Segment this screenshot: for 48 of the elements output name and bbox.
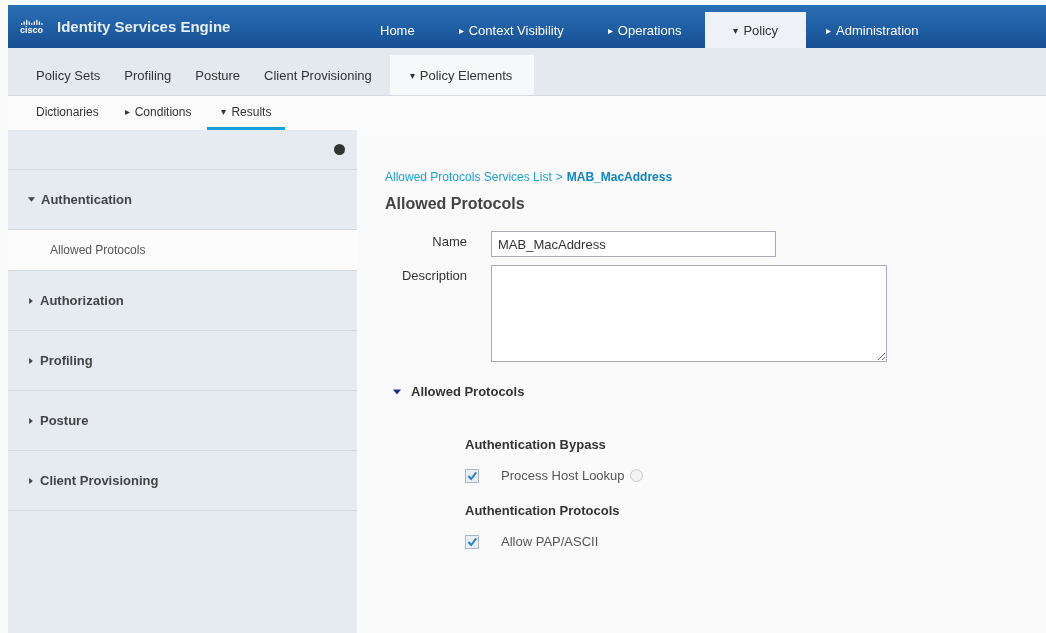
nav-tab[interactable]: Posture: [185, 55, 251, 95]
collapse-icon[interactable]: [334, 144, 345, 155]
caret-icon: ▸: [124, 106, 130, 117]
sidebar-item[interactable]: Client Provisioning: [8, 451, 357, 511]
page-heading: Allowed Protocols: [385, 195, 526, 214]
field-label: Description: [400, 267, 468, 283]
description-field[interactable]: [491, 265, 887, 362]
caret-icon: ▾: [409, 69, 415, 81]
logo-text: cisco: [20, 25, 43, 35]
sidebar-subitem[interactable]: Allowed Protocols: [8, 230, 357, 271]
field-label: Name: [431, 233, 468, 249]
caret-icon: [393, 388, 401, 395]
bars-icon: [20, 18, 43, 25]
caret-icon: ▾: [733, 24, 739, 36]
sidebar-item[interactable]: Posture: [8, 391, 357, 451]
nav-tab[interactable]: Policy Sets: [26, 55, 111, 95]
sidebar-item[interactable]: Profiling: [8, 331, 357, 391]
caret-icon: ▸: [607, 24, 613, 36]
option-label: Process Host Lookup: [501, 468, 625, 483]
nav-tab[interactable]: ▸ Conditions: [114, 96, 202, 130]
caret-icon: ▸: [458, 24, 464, 36]
breadcrumb-current: MAB_MacAddress: [566, 170, 673, 184]
caret-icon: ▾: [221, 106, 227, 117]
nav-tab[interactable]: Home: [360, 12, 439, 48]
caret-icon: [28, 197, 35, 202]
caret-icon: [28, 417, 34, 424]
name-field[interactable]: MAB_MacAddress: [491, 231, 776, 257]
nav-tab[interactable]: Profiling: [114, 55, 182, 95]
breadcrumb-separator: >: [555, 170, 563, 184]
nav-tab[interactable]: ▾ Policy Elements: [389, 55, 535, 95]
checkbox[interactable]: [465, 468, 479, 483]
caret-icon: [28, 477, 34, 484]
nav-tab[interactable]: ▸ Operations: [587, 12, 706, 48]
checkbox[interactable]: [465, 534, 479, 549]
sidebar-item[interactable]: Authorization: [8, 271, 357, 331]
caret-icon: ▸: [826, 24, 832, 36]
option-label: Allow PAP/ASCII: [501, 534, 599, 549]
section-toggle[interactable]: Allowed Protocols: [393, 384, 1046, 399]
nav-tab[interactable]: ▾ Policy: [705, 12, 807, 48]
nav-tab[interactable]: Client Provisioning: [254, 55, 382, 95]
nav-tab[interactable]: ▸ Context Visibility: [438, 12, 588, 48]
caret-icon: [28, 297, 34, 304]
nav-tab[interactable]: ▸ Administration: [806, 12, 943, 48]
app-title: Identity Services Engine: [57, 18, 231, 35]
nav-tab[interactable]: Dictionaries: [26, 96, 109, 130]
group-heading: Authentication Protocols: [465, 503, 621, 518]
group-heading: Authentication Bypass: [465, 437, 607, 452]
caret-icon: [28, 357, 34, 364]
